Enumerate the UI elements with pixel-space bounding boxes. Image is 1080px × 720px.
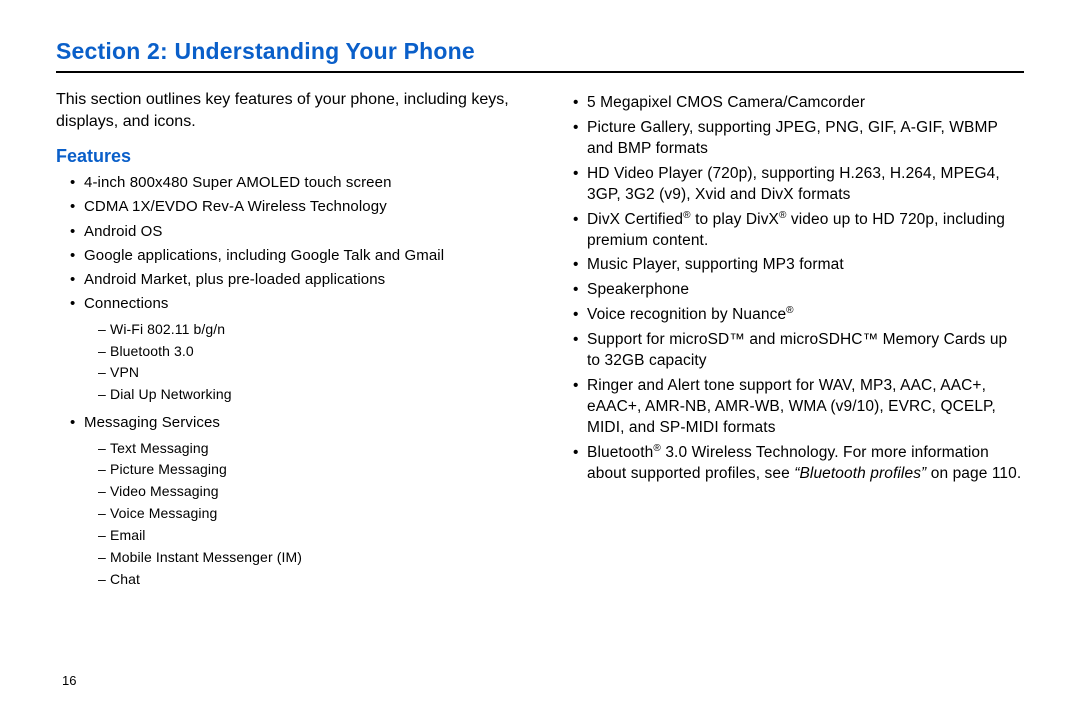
sub-list-item: Mobile Instant Messenger (IM) — [98, 548, 521, 567]
text-fragment: Voice recognition by Nuance — [587, 306, 786, 323]
sub-list-item: Text Messaging — [98, 439, 521, 458]
sub-list: Wi-Fi 802.11 b/g/n Bluetooth 3.0 VPN Dial U… — [84, 315, 521, 410]
sub-list-item: Video Messaging — [98, 482, 521, 501]
list-item: Android Market, plus pre-loaded applicat… — [72, 270, 521, 290]
registered-symbol-icon: ® — [653, 443, 661, 454]
list-item: Support for microSD™ and microSDHC™ Memo… — [575, 330, 1024, 372]
intro-text: This section outlines key features of yo… — [56, 89, 521, 132]
text-fragment: on page 110. — [926, 465, 1021, 482]
list-item: 5 Megapixel CMOS Camera/Camcorder — [575, 93, 1024, 114]
list-item: Android OS — [72, 222, 521, 242]
list-item: Music Player, supporting MP3 format — [575, 255, 1024, 276]
sub-list: Text Messaging Picture Messaging Video Mes… — [84, 434, 521, 594]
section-rule — [56, 71, 1024, 73]
list-item-text: 4-inch 800x480 Super AMOLED touch screen — [84, 174, 392, 191]
list-item: Google applications, including Google Ta… — [72, 246, 521, 266]
registered-symbol-icon: ® — [786, 305, 794, 316]
registered-symbol-icon: ® — [779, 209, 787, 220]
list-item: Picture Gallery, supporting JPEG, PNG, G… — [575, 118, 1024, 160]
manual-page: Section 2: Understanding Your Phone This… — [0, 0, 1080, 720]
list-item: Ringer and Alert tone support for WAV, M… — [575, 376, 1024, 439]
list-item: Messaging Services Text Messaging Picture … — [72, 413, 521, 593]
sub-list-item: Chat — [98, 570, 521, 589]
list-item-text: Android Market, plus pre-loaded applicat… — [84, 271, 385, 288]
list-item: Speakerphone — [575, 280, 1024, 301]
cross-reference-link: “Bluetooth profiles” — [794, 465, 926, 482]
list-item: Bluetooth® 3.0 Wireless Technology. For … — [575, 443, 1024, 485]
features-list-left: 4-inch 800x480 Super AMOLED touch screen… — [56, 173, 521, 594]
sub-list-item: Picture Messaging — [98, 460, 521, 479]
list-item: Voice recognition by Nuance® — [575, 305, 1024, 326]
text-fragment: Bluetooth — [587, 444, 653, 461]
list-item: HD Video Player (720p), supporting H.263… — [575, 164, 1024, 206]
registered-symbol-icon: ® — [683, 209, 691, 220]
sub-list-item: Wi-Fi 802.11 b/g/n — [98, 320, 521, 339]
list-item-text: CDMA 1X/EVDO Rev-A Wireless Technology — [84, 198, 387, 215]
list-item: DivX Certified® to play DivX® video up t… — [575, 210, 1024, 252]
sub-list-item: VPN — [98, 363, 521, 382]
right-column: 5 Megapixel CMOS Camera/Camcorder Pictur… — [559, 89, 1024, 598]
list-item-text: Connections — [84, 295, 169, 312]
list-item: CDMA 1X/EVDO Rev-A Wireless Technology — [72, 197, 521, 217]
sub-list-item: Dial Up Networking — [98, 385, 521, 404]
features-heading: Features — [56, 146, 521, 167]
section-title: Section 2: Understanding Your Phone — [56, 38, 1024, 65]
list-item: 4-inch 800x480 Super AMOLED touch screen — [72, 173, 521, 193]
left-column: This section outlines key features of yo… — [56, 89, 521, 598]
text-fragment: DivX Certified — [587, 211, 683, 228]
list-item-text: Messaging Services — [84, 414, 220, 431]
list-item-text: Google applications, including Google Ta… — [84, 247, 444, 264]
two-column-layout: This section outlines key features of yo… — [56, 89, 1024, 598]
list-item-text: Android OS — [84, 223, 163, 240]
list-item: Connections Wi-Fi 802.11 b/g/n Bluetooth 3… — [72, 294, 521, 409]
text-fragment: to play DivX — [691, 211, 779, 228]
sub-list-item: Email — [98, 526, 521, 545]
sub-list-item: Bluetooth 3.0 — [98, 342, 521, 361]
features-list-right: 5 Megapixel CMOS Camera/Camcorder Pictur… — [559, 93, 1024, 485]
sub-list-item: Voice Messaging — [98, 504, 521, 523]
page-number: 16 — [62, 673, 76, 688]
